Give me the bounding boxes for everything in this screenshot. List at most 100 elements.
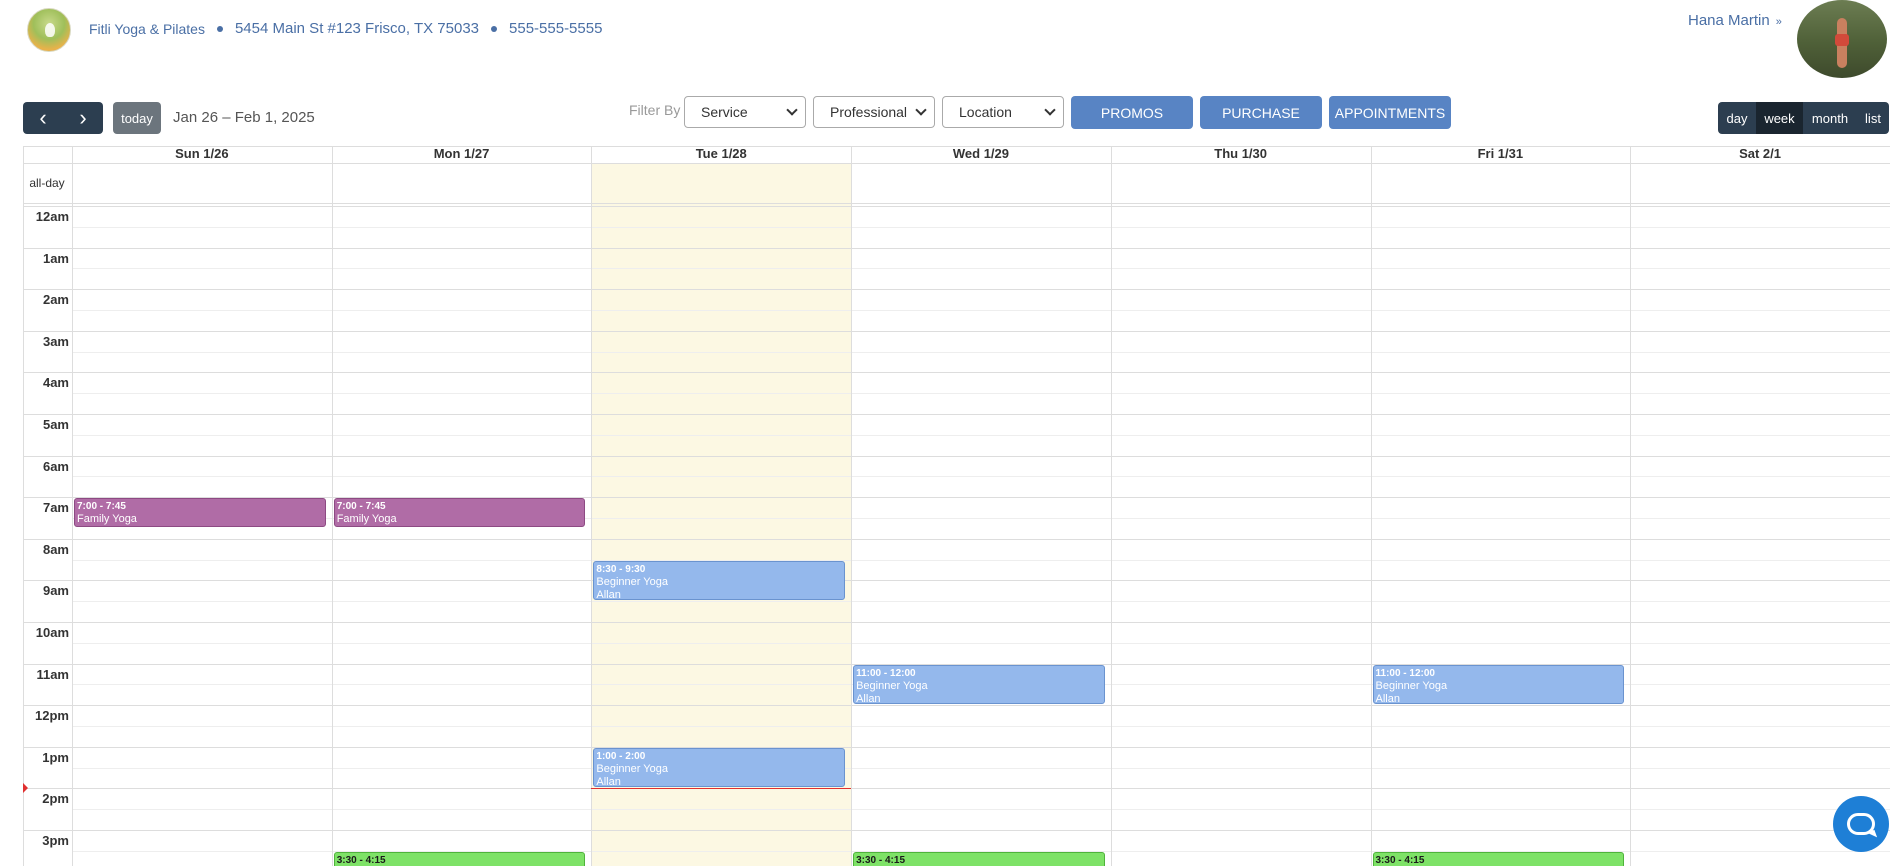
day-column-divider (591, 146, 593, 866)
calendar-event[interactable]: 8:30 - 9:30 Beginner Yoga Allan (593, 560, 846, 601)
half-hour-gridline (72, 393, 1890, 395)
event-time: 11:00 - 12:00 (1375, 667, 1436, 679)
time-slot-label: 12pm (35, 708, 69, 724)
business-phone[interactable]: 555-555-5555 (509, 20, 602, 37)
view-month-button[interactable]: month (1803, 102, 1857, 134)
half-hour-gridline (72, 642, 1890, 644)
today-button[interactable]: today (113, 102, 161, 134)
half-hour-gridline (72, 559, 1890, 561)
time-slot-label: 9am (42, 583, 69, 599)
time-slot-label: 8am (42, 541, 69, 557)
location-select[interactable]: Location (942, 96, 1064, 128)
event-title: Beginner Yoga (1375, 679, 1448, 692)
avatar[interactable] (1797, 0, 1887, 78)
purchase-button[interactable]: PURCHASE (1200, 96, 1322, 129)
time-slot-label: 7am (42, 500, 69, 516)
allday-cell[interactable] (592, 164, 851, 203)
event-time: 3:30 - 4:15 (336, 854, 386, 866)
event-time: 7:00 - 7:45 (77, 501, 126, 513)
current-time-arrow-icon (23, 783, 28, 794)
calendar-event[interactable]: 7:00 - 7:45 Family Yoga (333, 498, 586, 528)
half-hour-gridline (72, 601, 1890, 603)
chat-launcher-button[interactable] (1833, 796, 1889, 852)
service-select[interactable]: Service (684, 96, 806, 128)
day-header[interactable]: Sun 1/26 (72, 146, 332, 162)
hour-gridline (23, 788, 1890, 790)
hour-gridline (23, 372, 1890, 374)
chevron-down-icon (915, 104, 927, 116)
professional-select[interactable]: Professional (813, 96, 935, 128)
view-day-button[interactable]: day (1718, 102, 1756, 134)
calendar-event[interactable]: 3:30 - 4:15Pilates Class (333, 851, 586, 866)
calendar-event[interactable]: 3:30 - 4:15Pilates Class (853, 851, 1105, 866)
allday-cell[interactable] (333, 164, 592, 203)
chevron-left-icon: ‹ (39, 105, 47, 130)
allday-cell[interactable] (1112, 164, 1371, 203)
day-header[interactable]: Fri 1/31 (1371, 146, 1631, 162)
event-instructor: Allan (596, 588, 621, 601)
hour-gridline (23, 414, 1890, 415)
allday-label: all-day (29, 176, 65, 190)
calendar-event[interactable]: 11:00 - 12:00 Beginner Yoga Allan (853, 664, 1105, 705)
day-column-divider (851, 146, 853, 866)
hour-gridline (23, 830, 1890, 831)
hour-gridline (23, 455, 1890, 457)
event-title: Beginner Yoga (856, 679, 928, 692)
hour-gridline (23, 746, 1890, 748)
half-hour-gridline (72, 351, 1890, 353)
current-time-line (591, 788, 852, 790)
calendar-toolbar: ‹ › today Jan 26 – Feb 1, 2025 Filter By… (0, 96, 1897, 140)
calendar-event[interactable]: 11:00 - 12:00 Beginner Yoga Allan (1372, 664, 1625, 705)
calendar-event[interactable]: 1:00 - 2:00 Beginner Yoga Allan (593, 747, 846, 788)
half-hour-gridline (72, 809, 1890, 811)
event-title: Family Yoga (336, 513, 397, 526)
event-time: 11:00 - 12:00 (856, 667, 916, 679)
allday-cell[interactable] (1372, 164, 1631, 203)
allday-cell[interactable] (1631, 164, 1890, 203)
event-time: 3:30 - 4:15 (1375, 854, 1425, 866)
hour-gridline (23, 206, 1890, 207)
event-time: 7:00 - 7:45 (336, 501, 386, 513)
separator-dot (216, 25, 223, 32)
day-header[interactable]: Wed 1/29 (851, 146, 1111, 162)
day-header[interactable]: Mon 1/27 (332, 146, 592, 162)
prev-week-button[interactable]: ‹ (23, 102, 63, 134)
event-title: Beginner Yoga (596, 575, 668, 588)
user-menu[interactable]: Hana Martin » (1688, 12, 1782, 29)
business-name[interactable]: Fitli Yoga & Pilates (89, 21, 205, 37)
allday-cell[interactable] (73, 164, 332, 203)
view-switcher: day week month list (1718, 102, 1889, 134)
filter-by-label: Filter By (629, 102, 681, 118)
view-week-button[interactable]: week (1756, 102, 1803, 134)
business-logo[interactable] (27, 8, 71, 52)
event-time: 1:00 - 2:00 (596, 750, 646, 762)
event-instructor: Allan (596, 775, 621, 788)
time-slot-label: 1pm (42, 749, 69, 765)
time-slot-label: 1am (42, 250, 69, 266)
calendar-event[interactable]: 7:00 - 7:45 Family Yoga (74, 498, 326, 528)
view-list-button[interactable]: list (1857, 102, 1889, 134)
half-hour-gridline (72, 310, 1890, 311)
business-address[interactable]: 5454 Main St #123 Frisco, TX 75033 (235, 20, 479, 37)
day-column-divider (72, 146, 73, 866)
hour-gridline (23, 330, 1890, 332)
time-slot-label: 3am (42, 333, 69, 349)
time-slot-label: 2pm (42, 791, 69, 807)
appointments-button[interactable]: APPOINTMENTS (1329, 96, 1451, 129)
chevron-down-icon (786, 104, 798, 116)
allday-cell[interactable] (852, 164, 1111, 203)
day-header[interactable]: Thu 1/30 (1111, 146, 1371, 162)
hour-gridline (23, 580, 1890, 582)
next-week-button[interactable]: › (63, 102, 103, 134)
chevron-down-icon (1044, 104, 1056, 116)
user-name[interactable]: Hana Martin (1688, 12, 1770, 29)
double-chevron-down-icon[interactable]: » (1776, 16, 1782, 28)
event-instructor: Allan (856, 692, 881, 705)
promos-button[interactable]: PROMOS (1071, 96, 1193, 129)
calendar-event[interactable]: 3:30 - 4:15Pilates Class (1372, 851, 1625, 866)
chat-bubble-icon (1847, 813, 1875, 835)
day-header[interactable]: Sat 2/1 (1630, 146, 1890, 162)
event-title: Family Yoga (77, 513, 137, 526)
day-header[interactable]: Tue 1/28 (591, 146, 851, 162)
business-info: Fitli Yoga & Pilates 5454 Main St #123 F… (89, 20, 602, 37)
